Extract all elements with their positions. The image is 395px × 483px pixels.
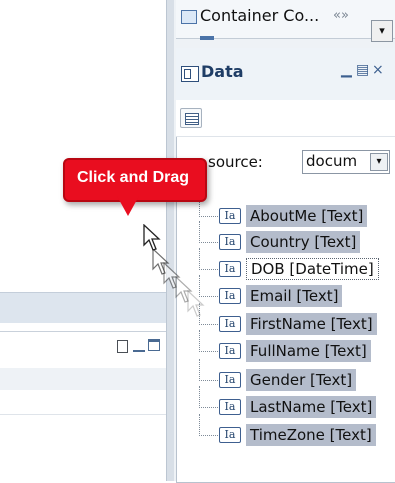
field-item-aboutme[interactable]: Ia AboutMe [Text] — [199, 195, 395, 227]
chevron-down-icon[interactable]: ▾ — [370, 153, 388, 171]
arrow-cursor-icon — [152, 248, 170, 276]
field-label: FullName [Text] — [246, 340, 371, 362]
pin-icon[interactable] — [117, 340, 128, 353]
left-panel-row — [0, 368, 166, 390]
text-field-icon: Ia — [219, 343, 241, 359]
maximize-icon[interactable] — [148, 339, 160, 351]
callout-tail — [117, 196, 139, 216]
text-field-icon: Ia — [219, 399, 241, 415]
container-tab-label: Container Co... — [200, 6, 320, 25]
minimize-icon[interactable] — [133, 346, 145, 352]
text-field-icon: Ia — [219, 427, 241, 443]
container-icon — [181, 10, 197, 24]
close-icon[interactable]: × — [372, 62, 384, 78]
tree-connector — [199, 221, 218, 243]
field-item-firstname[interactable]: Ia FirstName [Text] — [199, 303, 395, 335]
left-panel-header — [0, 292, 166, 323]
data-panel-title: Data — [201, 62, 244, 81]
tree-connector — [199, 248, 218, 270]
field-label: AboutMe [Text] — [246, 205, 368, 227]
arrow-cursor-icon — [143, 224, 161, 252]
text-field-icon: Ia — [219, 372, 241, 388]
text-field-icon: Ia — [219, 261, 241, 277]
left-panel-row — [0, 390, 166, 415]
field-item-email[interactable]: Ia Email [Text] — [199, 275, 395, 307]
maximize-icon[interactable]: ▤ — [356, 62, 369, 78]
field-label: Country [Text] — [246, 231, 361, 253]
field-label: LastName [Text] — [246, 396, 377, 418]
field-label: Email [Text] — [246, 285, 343, 307]
field-item-gender[interactable]: Ia Gender [Text] — [199, 359, 395, 391]
field-label: FirstName [Text] — [246, 313, 377, 335]
text-field-icon: Ia — [219, 288, 241, 304]
source-select-value: docum — [306, 152, 358, 170]
field-label: TimeZone [Text] — [246, 424, 376, 446]
tree-connector — [199, 414, 218, 436]
text-field-icon: Ia — [219, 208, 241, 224]
tab-overflow-icon[interactable]: «» — [333, 8, 349, 23]
data-panel-toolbar — [176, 100, 395, 137]
chevron-down-icon[interactable]: ▾ — [371, 20, 393, 42]
field-item-fullname[interactable]: Ia FullName [Text] — [199, 330, 395, 362]
container-sub-icon — [200, 36, 214, 40]
tree-connector — [199, 330, 218, 352]
list-view-button[interactable] — [180, 108, 202, 128]
field-item-country[interactable]: Ia Country [Text] — [199, 221, 395, 253]
source-label: source: — [208, 153, 263, 171]
field-label: DOB [DateTime] — [246, 258, 379, 280]
tree-connector — [199, 359, 218, 381]
callout-text: Click and Drag — [76, 169, 190, 186]
field-label: Gender [Text] — [246, 369, 357, 391]
minimize-icon[interactable]: ▁ — [341, 62, 352, 78]
data-panel-icon — [181, 66, 199, 82]
field-item-lastname[interactable]: Ia LastName [Text] — [199, 386, 395, 418]
field-item-dob[interactable]: Ia DOB [DateTime] — [199, 248, 395, 280]
text-field-icon: Ia — [219, 316, 241, 332]
text-field-icon: Ia — [219, 234, 241, 250]
field-item-timezone[interactable]: Ia TimeZone [Text] — [199, 414, 395, 446]
tree-connector — [199, 386, 218, 408]
